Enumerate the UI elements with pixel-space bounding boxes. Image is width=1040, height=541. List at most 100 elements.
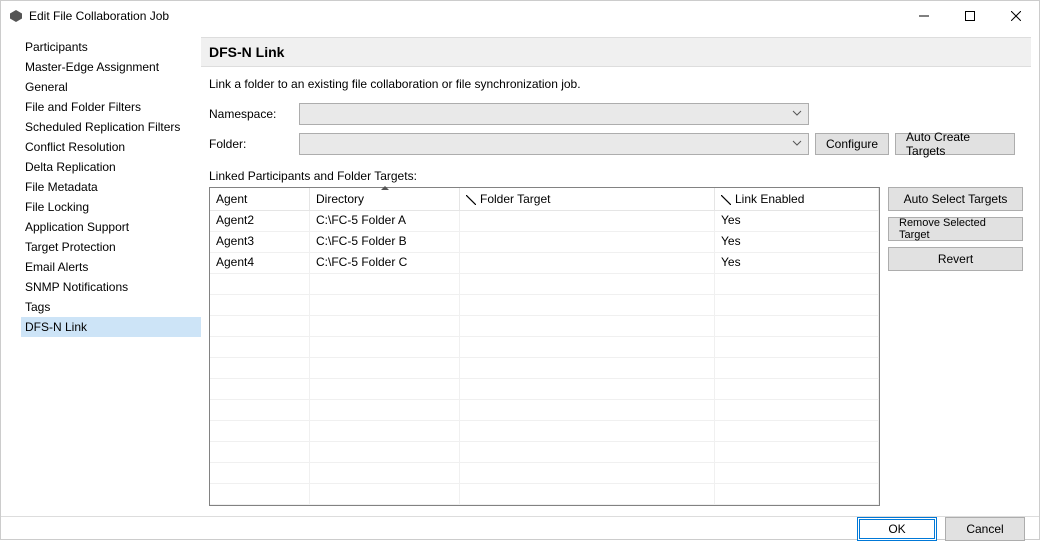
minimize-button[interactable] (901, 1, 947, 31)
col-directory[interactable]: Directory (310, 188, 460, 210)
cell-folder-target (460, 379, 715, 399)
revert-button[interactable]: Revert (888, 247, 1023, 271)
cell-link-enabled: Yes (715, 211, 879, 231)
cell-agent (210, 484, 310, 504)
cell-agent (210, 400, 310, 420)
sidebar-item-label: DFS-N Link (25, 320, 87, 334)
cell-agent (210, 295, 310, 315)
cell-directory: C:\FC-5 Folder C (310, 253, 460, 273)
chevron-down-icon (792, 137, 802, 151)
cell-link-enabled (715, 379, 879, 399)
table-row (210, 295, 879, 316)
titlebar: Edit File Collaboration Job (1, 1, 1039, 31)
sidebar-item-master-edge-assignment[interactable]: Master-Edge Assignment (21, 57, 201, 77)
cell-link-enabled: Yes (715, 232, 879, 252)
cell-agent (210, 379, 310, 399)
cell-folder-target (460, 211, 715, 231)
ok-button[interactable]: OK (857, 517, 937, 541)
cell-directory (310, 442, 460, 462)
table-row (210, 400, 879, 421)
namespace-select[interactable] (299, 103, 809, 125)
cell-folder-target (460, 295, 715, 315)
cell-link-enabled (715, 421, 879, 441)
cell-folder-target (460, 442, 715, 462)
app-icon (9, 9, 23, 23)
folder-label: Folder: (209, 137, 299, 151)
folder-select[interactable] (299, 133, 809, 155)
sidebar-item-delta-replication[interactable]: Delta Replication (21, 157, 201, 177)
close-button[interactable] (993, 1, 1039, 31)
cell-directory (310, 316, 460, 336)
table-row[interactable]: Agent4C:\FC-5 Folder CYes (210, 253, 879, 274)
table-row (210, 421, 879, 442)
cell-directory (310, 295, 460, 315)
table-body: Agent2C:\FC-5 Folder AYesAgent3C:\FC-5 F… (210, 211, 879, 505)
cell-agent (210, 316, 310, 336)
cell-link-enabled: Yes (715, 253, 879, 273)
sidebar-item-participants[interactable]: Participants (21, 37, 201, 57)
sidebar-item-email-alerts[interactable]: Email Alerts (21, 257, 201, 277)
sidebar-item-tags[interactable]: Tags (21, 297, 201, 317)
maximize-button[interactable] (947, 1, 993, 31)
sidebar-item-label: Target Protection (25, 240, 116, 254)
section-heading: DFS-N Link (201, 37, 1031, 67)
cell-folder-target (460, 421, 715, 441)
cancel-button[interactable]: Cancel (945, 517, 1025, 541)
cell-folder-target (460, 337, 715, 357)
cell-agent: Agent3 (210, 232, 310, 252)
table-row (210, 379, 879, 400)
cell-link-enabled (715, 358, 879, 378)
section-description: Link a folder to an existing file collab… (201, 77, 1031, 101)
sidebar-item-general[interactable]: General (21, 77, 201, 97)
sidebar-item-label: Application Support (25, 220, 129, 234)
sidebar-item-file-and-folder-filters[interactable]: File and Folder Filters (21, 97, 201, 117)
sidebar-item-snmp-notifications[interactable]: SNMP Notifications (21, 277, 201, 297)
configure-button[interactable]: Configure (815, 133, 889, 155)
col-agent[interactable]: Agent (210, 188, 310, 210)
cell-directory: C:\FC-5 Folder B (310, 232, 460, 252)
sidebar-item-file-metadata[interactable]: File Metadata (21, 177, 201, 197)
main-panel: DFS-N Link Link a folder to an existing … (201, 31, 1039, 516)
dialog-window: Edit File Collaboration Job Participants… (0, 0, 1040, 540)
sidebar-item-conflict-resolution[interactable]: Conflict Resolution (21, 137, 201, 157)
cell-agent (210, 274, 310, 294)
sidebar-item-label: General (25, 80, 68, 94)
cell-directory (310, 421, 460, 441)
remove-selected-target-button[interactable]: Remove Selected Target (888, 217, 1023, 241)
cell-link-enabled (715, 295, 879, 315)
auto-select-targets-button[interactable]: Auto Select Targets (888, 187, 1023, 211)
table-row (210, 442, 879, 463)
auto-create-targets-button[interactable]: Auto Create Targets (895, 133, 1015, 155)
cell-directory (310, 463, 460, 483)
cell-folder-target (460, 358, 715, 378)
cell-folder-target (460, 316, 715, 336)
cell-agent (210, 337, 310, 357)
sidebar-item-scheduled-replication-filters[interactable]: Scheduled Replication Filters (21, 117, 201, 137)
cell-directory (310, 400, 460, 420)
sidebar-item-label: Delta Replication (25, 160, 116, 174)
col-folder-target[interactable]: Folder Target (460, 188, 715, 210)
sidebar-item-label: Email Alerts (25, 260, 88, 274)
cell-folder-target (460, 274, 715, 294)
cell-folder-target (460, 463, 715, 483)
sidebar-item-dfs-n-link[interactable]: DFS-N Link (21, 317, 201, 337)
table-row (210, 484, 879, 505)
sidebar-item-label: Tags (25, 300, 50, 314)
sidebar-item-label: Master-Edge Assignment (25, 60, 159, 74)
cell-link-enabled (715, 337, 879, 357)
sidebar-item-label: File and Folder Filters (25, 100, 141, 114)
sidebar-item-label: Conflict Resolution (25, 140, 125, 154)
sidebar-item-label: Scheduled Replication Filters (25, 120, 180, 134)
sidebar-item-target-protection[interactable]: Target Protection (21, 237, 201, 257)
table-row[interactable]: Agent3C:\FC-5 Folder B Yes (210, 232, 879, 253)
cell-folder-target (460, 253, 715, 273)
namespace-label: Namespace: (209, 107, 299, 121)
edit-icon (721, 194, 731, 204)
cell-folder-target (460, 232, 715, 252)
sidebar-item-application-support[interactable]: Application Support (21, 217, 201, 237)
table-row[interactable]: Agent2C:\FC-5 Folder AYes (210, 211, 879, 232)
sidebar-item-file-locking[interactable]: File Locking (21, 197, 201, 217)
window-title: Edit File Collaboration Job (29, 9, 169, 23)
cell-directory: C:\FC-5 Folder A (310, 211, 460, 231)
col-link-enabled[interactable]: Link Enabled (715, 188, 879, 210)
